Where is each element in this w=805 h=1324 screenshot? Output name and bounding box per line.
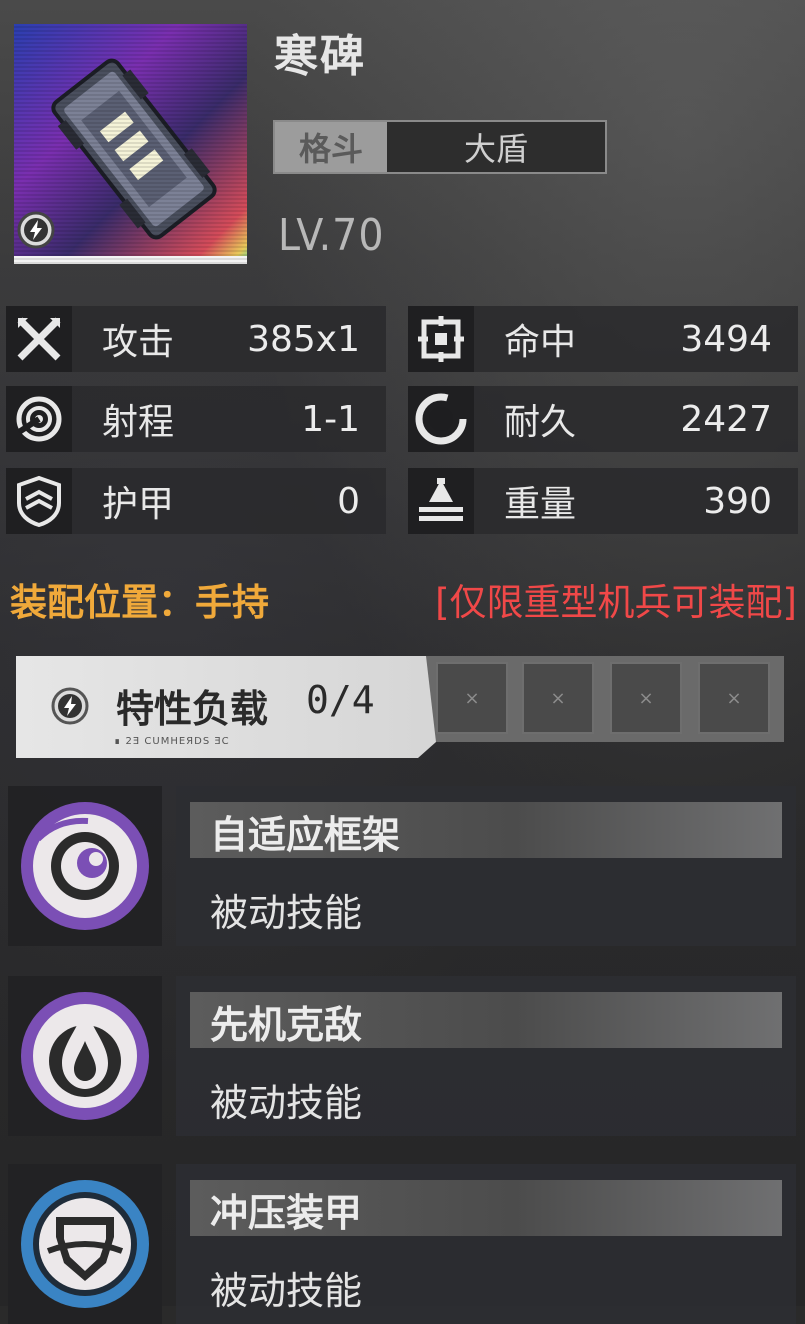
- stat-value: 3494: [680, 318, 772, 360]
- mount-restriction: [仅限重型机兵可装配]: [435, 581, 797, 624]
- stat-label: 耐久: [504, 402, 577, 443]
- shield-item-art: [51, 58, 217, 240]
- range-dial-icon: [6, 386, 72, 452]
- stat-value: 390: [703, 480, 772, 522]
- stat-label: 重量: [504, 484, 577, 525]
- trait-slot-empty[interactable]: ×: [436, 662, 508, 734]
- skill-icon-frame: [8, 1164, 162, 1324]
- trait-load-count: 0/4: [306, 678, 375, 722]
- skill-type: 被动技能: [210, 891, 363, 935]
- lightning-badge-icon: [51, 687, 89, 725]
- skill-card[interactable]: 自适应框架 被动技能: [176, 786, 796, 946]
- armor-shield-icon: [6, 468, 72, 534]
- stat-label: 护甲: [102, 484, 175, 525]
- armor-plate-icon: [21, 1180, 149, 1308]
- skill-card[interactable]: 先机克敌 被动技能: [176, 976, 796, 1136]
- stat-value: 2427: [680, 398, 772, 440]
- trait-slot-empty[interactable]: ×: [698, 662, 770, 734]
- stat-value: 385x1: [247, 318, 360, 360]
- item-name: 寒碑: [274, 31, 366, 82]
- stat-label: 命中: [504, 322, 577, 363]
- trait-micro-text: ∎ 2Ǝ CUMHEЯDS ƎC: [114, 736, 230, 747]
- crosshair-icon: [408, 306, 474, 372]
- durability-ring-icon: [408, 386, 474, 452]
- skill-type: 被动技能: [210, 1081, 363, 1125]
- flame-drop-icon: [21, 992, 149, 1120]
- stat-accuracy: 命中 3494: [408, 306, 798, 372]
- tag-primary: 格斗: [275, 122, 387, 172]
- trait-slot-empty[interactable]: ×: [610, 662, 682, 734]
- stat-attack: 攻击 385x1: [6, 306, 386, 372]
- item-level: LV.70: [278, 210, 385, 261]
- lightning-badge-icon: [17, 211, 55, 249]
- skill-name: 自适应框架: [210, 813, 401, 857]
- stat-armor: 护甲 0: [6, 468, 386, 534]
- skill-name: 先机克敌: [210, 1003, 363, 1047]
- weight-icon: [408, 468, 474, 534]
- stat-weight: 重量 390: [408, 468, 798, 534]
- tag-secondary: 大盾: [387, 122, 605, 172]
- skill-icon-frame: [8, 976, 162, 1136]
- skill-card[interactable]: 冲压装甲 被动技能: [176, 1164, 796, 1324]
- trait-load-bar: 特性负载 0/4 ∎ 2Ǝ CUMHEЯDS ƎC × × × ×: [16, 656, 784, 758]
- stat-value: 0: [337, 480, 360, 522]
- portrait-bottom-strip: [14, 256, 247, 264]
- mount-position: 装配位置：手持: [10, 581, 269, 624]
- stat-label: 攻击: [102, 322, 175, 363]
- trait-load-label: 特性负载: [116, 687, 269, 731]
- skill-name: 冲压装甲: [210, 1191, 363, 1235]
- skill-icon-frame: [8, 786, 162, 946]
- stat-label: 射程: [102, 402, 175, 443]
- stat-range: 射程 1-1: [6, 386, 386, 452]
- stat-value: 1-1: [301, 398, 360, 440]
- stat-durability: 耐久 2427: [408, 386, 798, 452]
- item-tags: 格斗 大盾: [273, 120, 607, 174]
- trait-slot-empty[interactable]: ×: [522, 662, 594, 734]
- skill-type: 被动技能: [210, 1269, 363, 1313]
- crossed-swords-icon: [6, 306, 72, 372]
- spiral-eye-icon: [21, 802, 149, 930]
